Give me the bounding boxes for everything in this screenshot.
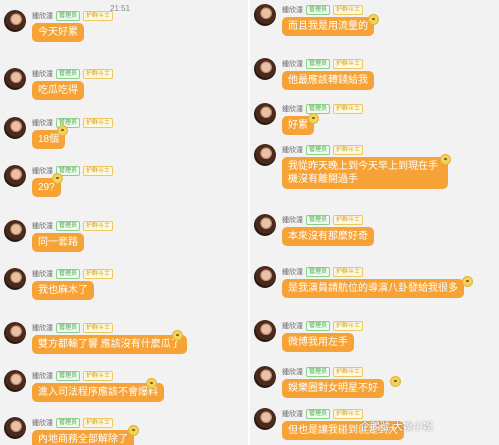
admin-tag: 管理员 — [306, 5, 331, 15]
sender-name: 鍾欣潼 — [32, 71, 53, 78]
admin-tag: 管理员 — [306, 367, 331, 377]
sender-name: 鍾欣潼 — [282, 269, 303, 276]
avatar[interactable] — [254, 320, 276, 342]
message-bubble[interactable]: 本來沒有那麼好奇 — [282, 227, 374, 246]
fan-tag: 护群斗士 — [333, 145, 364, 155]
sender-name: 鍾欣潼 — [282, 106, 303, 113]
fan-tag: 护群斗士 — [83, 221, 114, 231]
avatar[interactable] — [4, 220, 26, 242]
message-bubble[interactable]: 而且我是用流量的 — [282, 17, 374, 36]
fan-tag: 护群斗士 — [83, 418, 114, 428]
avatar[interactable] — [4, 417, 26, 439]
fan-tag: 护群斗士 — [83, 69, 114, 79]
admin-tag: 管理员 — [56, 269, 81, 279]
fan-tag: 护群斗士 — [83, 269, 114, 279]
message-bubble[interactable]: 微博我用左手 — [282, 333, 354, 352]
message-bubble[interactable]: 進入司法程序應該不會爆料 — [32, 383, 164, 402]
fan-tag: 护群斗士 — [333, 367, 364, 377]
admin-tag: 管理员 — [306, 59, 331, 69]
chat-panel-left[interactable]: 21:51 鍾欣潼 管理员 护群斗士 今天好累 鍾欣潼 管理员 护群斗士 吃瓜吃得 鍾欣… — [0, 0, 248, 445]
fan-tag: 护群斗士 — [333, 409, 364, 419]
admin-tag: 管理员 — [56, 371, 81, 381]
sender-name: 鍾欣潼 — [32, 168, 53, 175]
avatar[interactable] — [254, 408, 276, 430]
avatar[interactable] — [4, 322, 26, 344]
message-bubble[interactable]: 雙方都輸了響 應該沒有什麼瓜了 — [32, 335, 187, 354]
sender-name: 鍾欣潼 — [282, 323, 303, 330]
message-bubble[interactable]: 我從昨天晚上到今天早上到現在手機沒有離開過手 — [282, 157, 448, 189]
sender-name: 鍾欣潼 — [282, 369, 303, 376]
sender-name: 鍾欣潼 — [282, 217, 303, 224]
avatar[interactable] — [4, 117, 26, 139]
avatar[interactable] — [254, 144, 276, 166]
avatar[interactable] — [4, 10, 26, 32]
sender-name: 鍾欣潼 — [32, 13, 53, 20]
fan-tag: 护群斗士 — [333, 5, 364, 15]
message-bubble[interactable]: 吃瓜吃得 — [32, 81, 84, 100]
admin-tag: 管理员 — [306, 215, 331, 225]
sender-name: 鍾欣潼 — [32, 120, 53, 127]
sender-name: 鍾欣潼 — [282, 7, 303, 14]
admin-tag: 管理员 — [306, 409, 331, 419]
fan-tag: 护群斗士 — [83, 166, 114, 176]
avatar[interactable] — [254, 266, 276, 288]
admin-tag: 管理员 — [306, 145, 331, 155]
fan-tag: 护群斗士 — [333, 267, 364, 277]
avatar[interactable] — [254, 214, 276, 236]
sender-name: 鍾欣潼 — [32, 325, 53, 332]
fan-badge-icon — [52, 173, 63, 184]
admin-tag: 管理员 — [306, 321, 331, 331]
sender-name: 鍾欣潼 — [32, 373, 53, 380]
admin-tag: 管理员 — [56, 11, 81, 21]
avatar[interactable] — [4, 268, 26, 290]
avatar[interactable] — [254, 58, 276, 80]
message-bubble[interactable]: 他最應該轉錢給我 — [282, 71, 374, 90]
fan-badge-icon — [57, 125, 68, 136]
admin-tag: 管理员 — [56, 323, 81, 333]
message-bubble[interactable]: 同一套路 — [32, 233, 84, 252]
message-bubble[interactable]: 我也麻木了 — [32, 281, 94, 300]
fan-tag: 护群斗士 — [83, 323, 114, 333]
watermark: 企鵝號 大娛小娛 — [360, 422, 433, 433]
sender-name: 鍾欣潼 — [32, 223, 53, 230]
fan-tag: 护群斗士 — [333, 321, 364, 331]
avatar[interactable] — [4, 165, 26, 187]
sender-name: 鍾欣潼 — [282, 147, 303, 154]
avatar[interactable] — [254, 366, 276, 388]
sender-name: 鍾欣潼 — [282, 411, 303, 418]
fan-badge-icon — [308, 113, 319, 124]
admin-tag: 管理员 — [56, 221, 81, 231]
sender-name: 鍾欣潼 — [32, 420, 53, 427]
fan-tag: 护群斗士 — [83, 11, 114, 21]
avatar[interactable] — [4, 68, 26, 90]
fan-badge-icon — [390, 376, 401, 387]
avatar[interactable] — [254, 4, 276, 26]
fan-tag: 护群斗士 — [333, 215, 364, 225]
fan-badge-icon — [172, 330, 183, 341]
admin-tag: 管理员 — [56, 418, 81, 428]
sender-name: 鍾欣潼 — [282, 61, 303, 68]
message-bubble[interactable]: 是我演員請航位的導演八卦發給我很多 — [282, 279, 464, 298]
admin-tag: 管理员 — [306, 267, 331, 277]
message-bubble[interactable]: 娛樂圈對女明星不好 — [282, 379, 384, 398]
message-bubble[interactable]: 今天好累 — [32, 23, 84, 42]
fan-tag: 护群斗士 — [83, 371, 114, 381]
message-bubble[interactable]: 內地商務全部解除了 — [32, 430, 134, 445]
sender-name: 鍾欣潼 — [32, 271, 53, 278]
fan-tag: 护群斗士 — [333, 104, 364, 114]
fan-badge-icon — [462, 276, 473, 287]
avatar[interactable] — [254, 103, 276, 125]
fan-tag: 护群斗士 — [83, 118, 114, 128]
admin-tag: 管理员 — [306, 104, 331, 114]
avatar[interactable] — [4, 370, 26, 392]
fan-badge-icon — [146, 378, 157, 389]
chat-panel-right[interactable]: 鍾欣潼 管理员 护群斗士 而且我是用流量的 鍾欣潼 管理员 护群斗士 他最應該轉錢給我 … — [250, 0, 499, 445]
fan-badge-icon — [368, 14, 379, 25]
fan-badge-icon — [128, 425, 139, 436]
admin-tag: 管理员 — [56, 69, 81, 79]
fan-tag: 护群斗士 — [333, 59, 364, 69]
fan-badge-icon — [440, 154, 451, 165]
